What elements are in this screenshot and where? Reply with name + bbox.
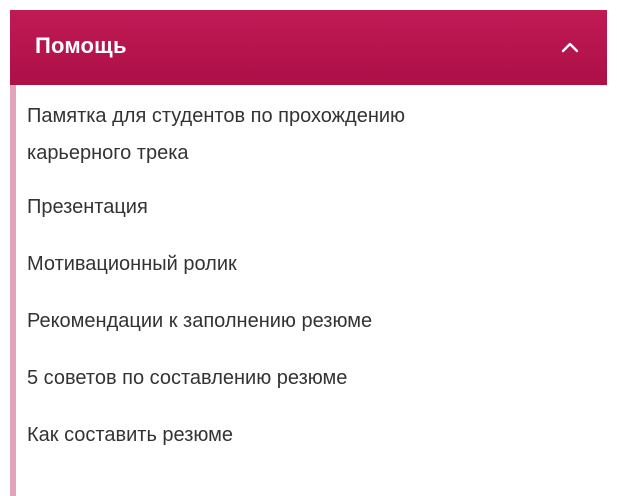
link-student-guide-line1: Памятка для студентов по прохождению: [27, 105, 406, 127]
list-item: Мотивационный ролик: [27, 246, 587, 283]
link-presentation[interactable]: Презентация: [27, 189, 587, 226]
help-panel-header[interactable]: Помощь: [10, 10, 607, 85]
list-item: Рекомендации к заполнению резюме: [27, 303, 587, 340]
list-item: Как составить резюме: [27, 417, 587, 454]
link-motivation-video[interactable]: Мотивационный ролик: [27, 246, 587, 283]
link-resume-recommendations[interactable]: Рекомендации к заполнению резюме: [27, 303, 587, 340]
help-links-list: Памятка для студентов по прохождению кар…: [27, 98, 587, 474]
link-student-guide[interactable]: Памятка для студентов по прохождению кар…: [27, 98, 587, 172]
list-item: Презентация: [27, 189, 587, 226]
chevron-up-icon[interactable]: [559, 36, 581, 58]
help-panel-title: Помощь: [35, 32, 127, 58]
link-how-to-write-resume[interactable]: Как составить резюме: [27, 417, 587, 454]
link-student-guide-line2: карьерного трека: [27, 142, 189, 164]
list-item: 5 советов по составлению резюме: [27, 360, 587, 397]
help-panel: Помощь Памятка для студентов по прохожде…: [0, 0, 617, 496]
list-item: Памятка для студентов по прохождению кар…: [27, 98, 587, 172]
accent-bar: [10, 85, 16, 496]
link-resume-tips[interactable]: 5 советов по составлению резюме: [27, 360, 587, 397]
